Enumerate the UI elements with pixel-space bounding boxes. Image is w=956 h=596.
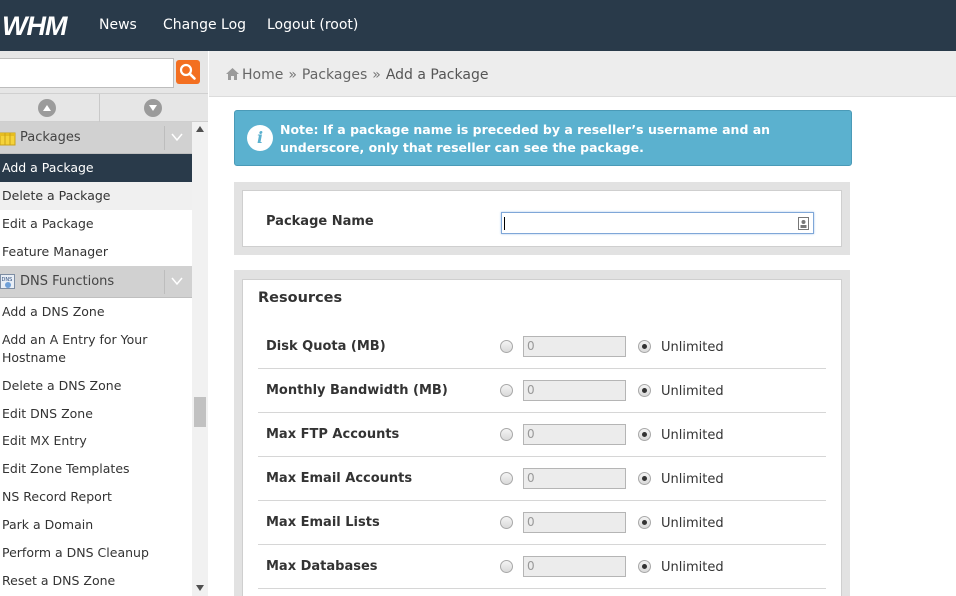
unlimited-radio[interactable] [638, 516, 651, 529]
unlimited-label: Unlimited [661, 516, 724, 531]
sidebar-group-packages[interactable]: Packages [0, 122, 192, 154]
package-name-input[interactable] [501, 212, 814, 234]
dns-icon: DNS [0, 274, 15, 289]
custom-value-radio[interactable] [500, 516, 513, 529]
resource-row-max-ftp: Max FTP Accounts 0 Unlimited [258, 413, 826, 457]
sidebar-item-add-dns-zone[interactable]: Add a DNS Zone [0, 298, 192, 326]
chevron-up-icon [43, 105, 51, 111]
breadcrumb-home[interactable]: Home [242, 67, 283, 83]
nav-logout[interactable]: Logout (root) [267, 0, 358, 51]
chevron-down-icon[interactable] [171, 276, 183, 286]
resource-row-disk-quota: Disk Quota (MB) 0 Unlimited [258, 325, 826, 369]
dns-icon-text: DNS [2, 277, 13, 283]
breadcrumb: Home» Packages» Add a Package [226, 51, 488, 99]
sidebar-item-dns-cleanup[interactable]: Perform a DNS Cleanup [0, 539, 192, 567]
resource-row-max-email-accounts: Max Email Accounts 0 Unlimited [258, 457, 826, 501]
disk-quota-input[interactable]: 0 [523, 336, 626, 357]
unlimited-radio[interactable] [638, 560, 651, 573]
scroll-up-icon[interactable] [196, 126, 204, 132]
divider [164, 270, 165, 294]
sidebar-menu: Packages Add a Package Delete a Package … [0, 122, 192, 596]
sidebar-collapse-bar [0, 93, 208, 123]
breadcrumb-bar: Home» Packages» Add a Package [209, 51, 956, 97]
sidebar-search [0, 51, 208, 93]
whm-logo-text: WHM [2, 11, 68, 40]
collapse-all-button[interactable] [38, 99, 56, 117]
sidebar-item-add-package[interactable]: Add a Package [0, 154, 192, 182]
resources-title: Resources [258, 290, 343, 306]
max-email-accounts-input[interactable]: 0 [523, 468, 626, 489]
max-ftp-input[interactable]: 0 [523, 424, 626, 445]
breadcrumb-separator: » [288, 67, 297, 83]
scroll-thumb[interactable] [194, 397, 206, 427]
breadcrumb-separator: » [372, 67, 381, 83]
custom-value-radio[interactable] [500, 384, 513, 397]
max-databases-input[interactable]: 0 [523, 556, 626, 577]
text-caret [504, 217, 505, 230]
chevron-down-icon[interactable] [171, 132, 183, 142]
contact-card-icon[interactable] [798, 217, 809, 230]
resource-label: Max FTP Accounts [266, 427, 400, 442]
bandwidth-input[interactable]: 0 [523, 380, 626, 401]
sidebar: Packages Add a Package Delete a Package … [0, 51, 208, 596]
unlimited-label: Unlimited [661, 472, 724, 487]
sidebar-item-feature-manager[interactable]: Feature Manager [0, 238, 192, 266]
resource-label: Max Email Lists [266, 515, 380, 530]
nav-change-log[interactable]: Change Log [163, 0, 246, 51]
resource-label: Disk Quota (MB) [266, 339, 386, 354]
divider [164, 126, 165, 150]
info-icon: i [247, 125, 273, 151]
sidebar-item-delete-dns-zone[interactable]: Delete a DNS Zone [0, 372, 192, 400]
custom-value-radio[interactable] [500, 472, 513, 485]
max-email-lists-input[interactable]: 0 [523, 512, 626, 533]
sidebar-item-add-a-entry[interactable]: Add an A Entry for Your Hostname [0, 326, 192, 372]
search-icon [179, 63, 196, 80]
packages-icon [0, 132, 16, 146]
resource-label: Max Email Accounts [266, 471, 413, 486]
sidebar-item-delete-package[interactable]: Delete a Package [0, 182, 192, 210]
unlimited-label: Unlimited [661, 340, 724, 355]
custom-value-radio[interactable] [500, 560, 513, 573]
sidebar-group-dns-functions[interactable]: DNS DNS Functions [0, 266, 192, 298]
breadcrumb-packages[interactable]: Packages [302, 67, 367, 83]
sidebar-item-edit-mx-entry[interactable]: Edit MX Entry [0, 427, 192, 455]
scroll-down-icon[interactable] [196, 585, 204, 591]
divider [99, 94, 100, 123]
sidebar-scrollbar[interactable] [192, 122, 208, 596]
sidebar-group-label: DNS Functions [20, 274, 115, 289]
unlimited-radio[interactable] [638, 384, 651, 397]
resource-row-monthly-bandwidth: Monthly Bandwidth (MB) 0 Unlimited [258, 369, 826, 413]
resource-label: Max Databases [266, 559, 378, 574]
unlimited-radio[interactable] [638, 472, 651, 485]
search-button[interactable] [176, 60, 200, 84]
sidebar-item-edit-zone-templates[interactable]: Edit Zone Templates [0, 455, 192, 483]
package-name-label: Package Name [266, 214, 374, 229]
resource-row-max-databases: Max Databases 0 Unlimited [258, 545, 826, 589]
whm-logo[interactable]: WHM [2, 10, 80, 40]
note-text: Note: If a package name is preceded by a… [280, 122, 771, 155]
sidebar-item-ns-record-report[interactable]: NS Record Report [0, 483, 192, 511]
resource-label: Monthly Bandwidth (MB) [266, 383, 448, 398]
unlimited-radio[interactable] [638, 340, 651, 353]
expand-all-button[interactable] [144, 99, 162, 117]
sidebar-group-label: Packages [20, 130, 81, 145]
sidebar-item-reset-dns-zone[interactable]: Reset a DNS Zone [0, 567, 192, 595]
nav-news[interactable]: News [99, 0, 137, 51]
unlimited-label: Unlimited [661, 560, 724, 575]
info-note: i Note: If a package name is preceded by… [234, 110, 852, 166]
search-input[interactable] [0, 58, 174, 88]
custom-value-radio[interactable] [500, 340, 513, 353]
unlimited-radio[interactable] [638, 428, 651, 441]
sidebar-item-park-domain[interactable]: Park a Domain [0, 511, 192, 539]
chevron-down-icon [149, 105, 157, 111]
sidebar-item-edit-dns-zone[interactable]: Edit DNS Zone [0, 400, 192, 428]
breadcrumb-current: Add a Package [385, 67, 489, 83]
unlimited-label: Unlimited [661, 428, 724, 443]
sidebar-item-edit-package[interactable]: Edit a Package [0, 210, 192, 238]
resource-row-max-email-lists: Max Email Lists 0 Unlimited [258, 501, 826, 545]
top-navbar: WHM News Change Log Logout (root) [0, 0, 956, 51]
custom-value-radio[interactable] [500, 428, 513, 441]
unlimited-label: Unlimited [661, 384, 724, 399]
home-icon[interactable] [226, 68, 239, 80]
